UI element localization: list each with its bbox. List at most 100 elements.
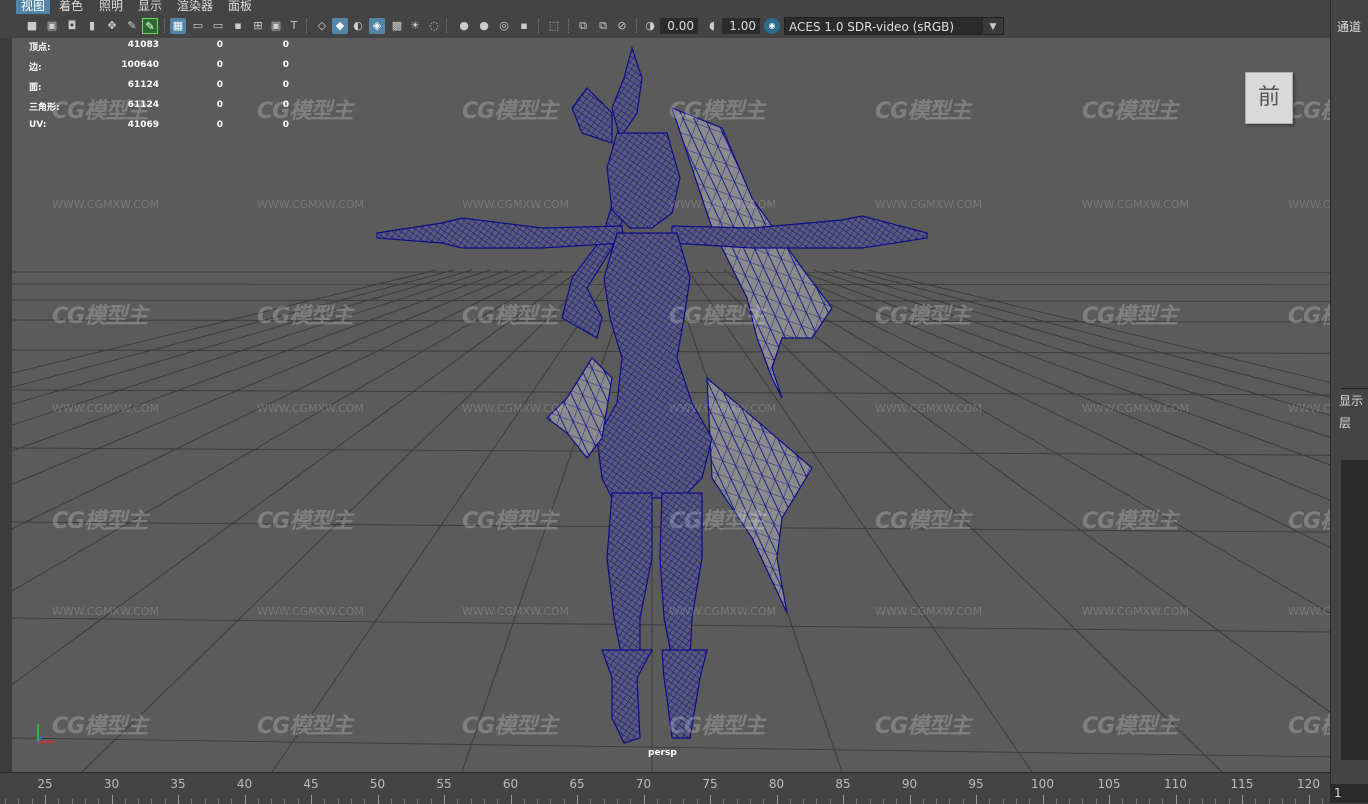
timeline-tick <box>271 799 272 804</box>
timeline-tick <box>537 799 538 804</box>
camera-icon[interactable]: ■ <box>24 18 40 34</box>
grease-pencil-icon[interactable]: ✎ <box>124 18 140 34</box>
layer-list[interactable] <box>1341 460 1368 760</box>
timeline-tick <box>284 799 285 804</box>
camera-attr-icon[interactable]: ▣ <box>44 18 60 34</box>
menu-lighting[interactable]: 照明 <box>94 0 128 14</box>
chevron-down-icon: ▼ <box>983 18 1003 34</box>
toolbar-separator <box>568 19 571 33</box>
2d-pan-icon[interactable]: ✥ <box>104 18 120 34</box>
timeline-tick <box>1162 799 1163 804</box>
timeline-tick <box>484 799 485 804</box>
hud-value: 41083 <box>99 40 159 50</box>
display-layer-tab[interactable]: 显示 <box>1339 392 1368 409</box>
time-slider[interactable]: 2530354045505560657075808590951001051101… <box>0 772 1330 804</box>
watermark-logo: CG模型主 <box>462 503 557 535</box>
watermark-logo: CG模型主 <box>669 503 764 535</box>
safe-action-icon[interactable]: ▣ <box>268 18 284 34</box>
menu-renderer[interactable]: 渲染器 <box>172 0 218 14</box>
default-material-icon[interactable]: ◐ <box>350 18 366 34</box>
timeline-tick <box>790 799 791 804</box>
watermark-url: WWW.CGMXW.COM <box>462 198 569 211</box>
watermark-url: WWW.CGMXW.COM <box>462 605 569 618</box>
menu-panels[interactable]: 面板 <box>223 0 257 14</box>
multisample-aa-icon[interactable]: ◎ <box>496 18 512 34</box>
timeline-tick <box>404 799 405 804</box>
timeline-tick <box>58 799 59 804</box>
timeline-tick <box>1202 799 1203 804</box>
resolution-gate-icon[interactable]: ▭ <box>210 18 226 34</box>
image-plane-icon[interactable]: ▮ <box>84 18 100 34</box>
watermark-url: WWW.CGMXW.COM <box>462 402 569 415</box>
timeline-tick <box>590 799 591 804</box>
panel-toolbar: ■ ▣ ◘ ▮ ✥ ✎ ✎ ▦ ▭ ▭ ▪ ⊞ ▣ T ◇ ◆ ◐ ◈ ▩ ☀ … <box>0 14 1330 39</box>
timeline-tick <box>763 799 764 804</box>
grease-pencil-active-icon[interactable]: ✎ <box>142 18 158 34</box>
timeline-tick <box>1215 799 1216 804</box>
timeline-tick <box>72 799 73 804</box>
watermark-url: WWW.CGMXW.COM <box>875 198 982 211</box>
grid-icon[interactable]: ▦ <box>170 18 186 34</box>
color-management-icon[interactable]: ◉ <box>764 18 780 34</box>
gamma-icon[interactable]: ◖ <box>704 18 720 34</box>
xray-joints-icon[interactable]: ⧉ <box>575 18 591 34</box>
isolate-select-icon[interactable]: ⬚ <box>546 18 562 34</box>
layer-menu[interactable]: 层 <box>1339 414 1351 431</box>
use-all-lights-icon[interactable]: ☀ <box>407 18 423 34</box>
channel-box-tab[interactable]: 通道 <box>1337 18 1361 35</box>
timeline-tick-label: 70 <box>636 777 651 791</box>
exposure-icon[interactable]: ◑ <box>642 18 658 34</box>
grid-line <box>742 270 1330 772</box>
timeline-tick <box>165 799 166 804</box>
current-frame-field[interactable]: 1 <box>1330 784 1368 803</box>
timeline-tick-label: 55 <box>436 777 451 791</box>
timeline-tick <box>1282 799 1283 804</box>
bookmark-icon[interactable]: ◘ <box>64 18 80 34</box>
timeline-tick-label: 110 <box>1164 777 1187 791</box>
timeline-tick <box>125 799 126 804</box>
wireframe-on-shaded-icon[interactable]: ◈ <box>369 18 385 34</box>
watermark-logo: CG模型主 <box>1082 93 1177 125</box>
smooth-shade-icon[interactable]: ◆ <box>332 18 348 34</box>
gate-mask-icon[interactable]: ▪ <box>230 18 246 34</box>
screen-space-ao-icon[interactable]: ● <box>456 18 472 34</box>
watermark-logo: CG模型主 <box>257 708 352 740</box>
menu-show[interactable]: 显示 <box>133 0 167 14</box>
safe-title-icon[interactable]: T <box>286 18 302 34</box>
timeline-tick <box>1056 799 1057 804</box>
timeline-tick <box>1136 799 1137 804</box>
timeline-tick <box>617 799 618 804</box>
backface-culling-icon[interactable]: ⊘ <box>614 18 630 34</box>
grid-line <box>778 270 1330 772</box>
timeline-tick-label: 120 <box>1297 777 1320 791</box>
color-space-dropdown[interactable]: ACES 1.0 SDR-video (sRGB) ▼ <box>784 17 1004 35</box>
timeline-tick <box>1149 799 1150 804</box>
hud-label: 面: <box>29 80 42 93</box>
toolbar-separator <box>538 19 541 33</box>
menu-shading[interactable]: 着色 <box>54 0 88 14</box>
motion-blur-icon[interactable]: ● <box>476 18 492 34</box>
timeline-tick <box>550 799 551 804</box>
xray-icon[interactable]: ▩ <box>389 18 405 34</box>
gamma-field[interactable]: 1.00 <box>722 18 760 34</box>
timeline-tick <box>670 799 671 804</box>
exposure-field[interactable]: 0.00 <box>660 18 698 34</box>
watermark-logo: CG模型主 <box>875 708 970 740</box>
hud-value: 0 <box>189 100 223 110</box>
menu-view[interactable]: 视图 <box>16 0 50 14</box>
timeline-tick <box>896 799 897 804</box>
timeline-tick <box>205 799 206 804</box>
depth-of-field-icon[interactable]: ▪ <box>516 18 532 34</box>
color-space-value: ACES 1.0 SDR-video (sRGB) <box>789 20 954 34</box>
film-gate-icon[interactable]: ▭ <box>190 18 206 34</box>
xray-active-icon[interactable]: ⧉ <box>595 18 611 34</box>
wireframe-icon[interactable]: ◇ <box>314 18 330 34</box>
field-chart-icon[interactable]: ⊞ <box>250 18 266 34</box>
timeline-tick <box>737 799 738 804</box>
timeline-tick <box>431 799 432 804</box>
shadows-icon[interactable]: ◌ <box>426 18 442 34</box>
watermark-logo: CG模型主 <box>875 503 970 535</box>
perspective-viewport[interactable]: CG模型主CG模型主CG模型主CG模型主CG模型主CG模型主CG模型主CG模型主… <box>12 38 1330 772</box>
viewcube[interactable]: 前 <box>1245 72 1293 124</box>
watermark-logo: CG模型主 <box>462 93 557 125</box>
